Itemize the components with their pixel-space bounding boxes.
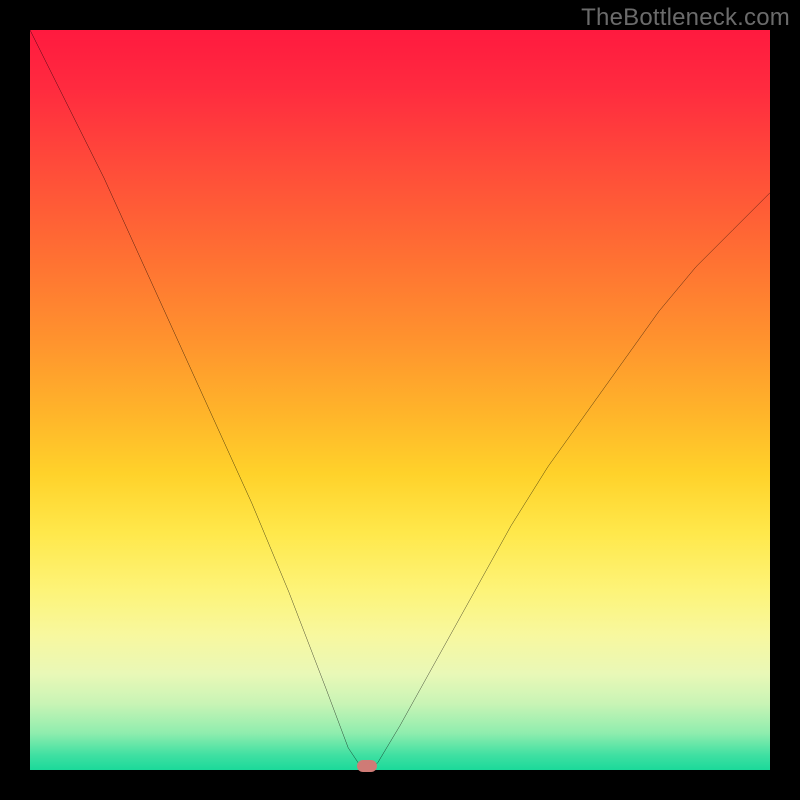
bottleneck-curve (30, 30, 770, 770)
curve-path (30, 30, 770, 770)
watermark-text: TheBottleneck.com (581, 4, 790, 32)
optimal-point-marker (357, 760, 377, 772)
chart-frame: TheBottleneck.com (0, 0, 800, 800)
